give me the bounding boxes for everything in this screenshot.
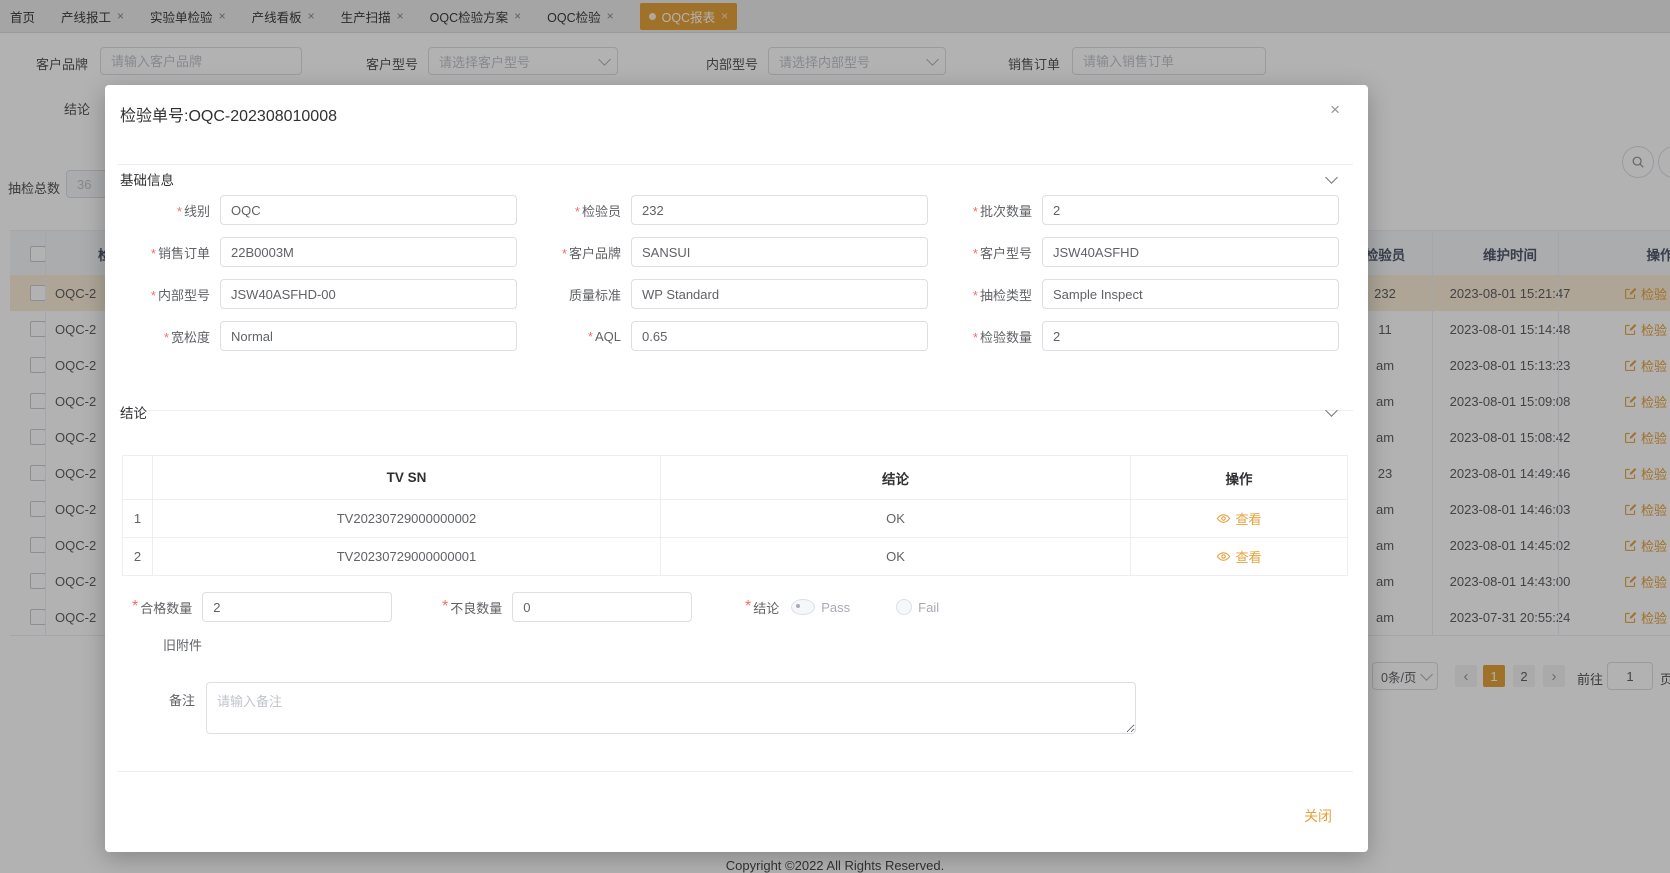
eye-icon (1217, 514, 1231, 523)
dialog-title: 检验单号:OQC-202308010008 (120, 108, 338, 125)
required-asterisk: * (132, 598, 139, 615)
field-label: 批次数量 (979, 203, 1032, 219)
action-cell: 查看 (1131, 538, 1347, 575)
screen: 首页 产线报工 × 实验单检验 × 产线看板 × 生产扫描 × OQC检验方案 × OQC… (0, 0, 1670, 873)
result-cell: OK (661, 538, 1131, 575)
aql-input[interactable] (631, 321, 928, 351)
fail-qty-label: 不良数量 (450, 600, 503, 616)
form-field-quality-standard: 质量标准 (531, 279, 942, 309)
required-asterisk: * (972, 329, 978, 345)
form-field-batch-qty: * 批次数量 (942, 195, 1353, 225)
chevron-down-icon[interactable] (1325, 171, 1338, 184)
result-cell: OK (661, 500, 1131, 537)
form-field-customer-brand: * 客户品牌 (531, 237, 942, 267)
pass-qty-field: * 合格数量 (132, 592, 393, 622)
quality-standard-input[interactable] (631, 279, 928, 309)
sampling-type-input[interactable] (1042, 279, 1339, 309)
sn-cell: TV20230729000000002 (153, 500, 661, 537)
field-label: 抽检类型 (979, 287, 1032, 303)
sn-row: 1 TV20230729000000002 OK 查看 (123, 499, 1347, 537)
required-asterisk: * (150, 287, 156, 303)
required-asterisk: * (972, 287, 978, 303)
form-field-inspect-qty: * 检验数量 (942, 321, 1353, 351)
customer-brand-input[interactable] (631, 237, 928, 267)
required-asterisk: * (587, 328, 593, 344)
section-basic-info: 基础信息 (120, 173, 174, 188)
form-field-strictness: * 宽松度 (120, 321, 531, 351)
chevron-down-icon[interactable] (1325, 404, 1338, 417)
radio-fail-label: Fail (918, 599, 940, 615)
required-asterisk: * (972, 245, 978, 261)
required-asterisk: * (176, 203, 182, 219)
action-header: 操作 (1225, 471, 1253, 487)
required-asterisk: * (150, 245, 156, 261)
sn-table-header: TV SN 结论 操作 (123, 456, 1347, 499)
basic-info-form: *线别 *检验员 *批次数量 *销售订单 *客户品牌 *客户型号 (120, 195, 1353, 351)
required-asterisk: * (561, 245, 567, 261)
sales-order-input[interactable] (220, 237, 517, 267)
field-label: 销售订单 (157, 245, 210, 261)
form-field-customer-model: * 客户型号 (942, 237, 1353, 267)
pass-qty-input[interactable] (202, 592, 393, 622)
batch-qty-input[interactable] (1042, 195, 1339, 225)
form-field-line: * 线别 (120, 195, 531, 225)
form-field-inspector: * 检验员 (531, 195, 942, 225)
sn-result-table: TV SN 结论 操作 1 TV20230729000000002 OK 查看 … (122, 455, 1348, 576)
strictness-input[interactable] (220, 321, 517, 351)
field-label: 客户品牌 (568, 245, 621, 261)
sn-cell: TV20230729000000001 (153, 538, 661, 575)
remark-label: 备注 (169, 693, 196, 708)
form-field-sales-order: * 销售订单 (120, 237, 531, 267)
customer-model-input[interactable] (1042, 237, 1339, 267)
inspection-order-dialog: 检验单号:OQC-202308010008 × 基础信息 *线别 *检验员 *批… (105, 85, 1368, 852)
required-asterisk: * (972, 203, 978, 219)
index-cell: 1 (123, 500, 153, 537)
field-label: 检验数量 (979, 329, 1032, 345)
form-field-internal-model: * 内部型号 (120, 279, 531, 309)
view-link[interactable]: 查看 (1216, 509, 1262, 528)
result-header: 结论 (661, 456, 1131, 499)
field-label: 客户型号 (979, 245, 1032, 261)
close-button[interactable]: 关闭 (1298, 805, 1338, 827)
fail-qty-input[interactable] (512, 592, 693, 622)
required-asterisk: * (163, 329, 169, 345)
remark-textarea[interactable] (206, 682, 1136, 734)
required-asterisk: * (442, 598, 449, 615)
required-asterisk: * (745, 598, 752, 615)
form-field-aql: * AQL (531, 321, 942, 351)
field-label: AQL (594, 328, 621, 344)
required-asterisk: * (574, 203, 580, 219)
index-header (123, 456, 153, 499)
sn-row: 2 TV20230729000000001 OK 查看 (123, 537, 1347, 575)
index-cell: 2 (123, 538, 153, 575)
conclusion-label: 结论 (753, 600, 780, 616)
field-label: 检验员 (581, 203, 621, 219)
close-icon[interactable]: × (1330, 101, 1340, 118)
view-link[interactable]: 查看 (1216, 547, 1262, 566)
sn-header: TV SN (153, 456, 661, 499)
radio-pass-label: Pass (821, 599, 851, 615)
section-conclusion: 结论 (120, 406, 147, 421)
action-cell: 查看 (1131, 500, 1347, 537)
pass-qty-label: 合格数量 (140, 600, 193, 616)
line-input[interactable] (220, 195, 517, 225)
radio-fail[interactable] (896, 599, 913, 615)
fail-qty-field: * 不良数量 (442, 592, 693, 622)
field-label: 内部型号 (157, 287, 210, 303)
internal-model-input[interactable] (220, 279, 517, 309)
field-label: 宽松度 (170, 329, 210, 345)
radio-pass[interactable] (791, 599, 816, 615)
form-field-sampling-type: * 抽检类型 (942, 279, 1353, 309)
field-label: 质量标准 (568, 287, 621, 303)
inspector-input[interactable] (631, 195, 928, 225)
field-label: 线别 (183, 203, 210, 219)
inspect-qty-input[interactable] (1042, 321, 1339, 351)
eye-icon (1217, 552, 1231, 561)
old-attachment-label: 旧附件 (163, 638, 203, 653)
conclusion-radio-group: * 结论 Pass Fail (745, 592, 939, 622)
